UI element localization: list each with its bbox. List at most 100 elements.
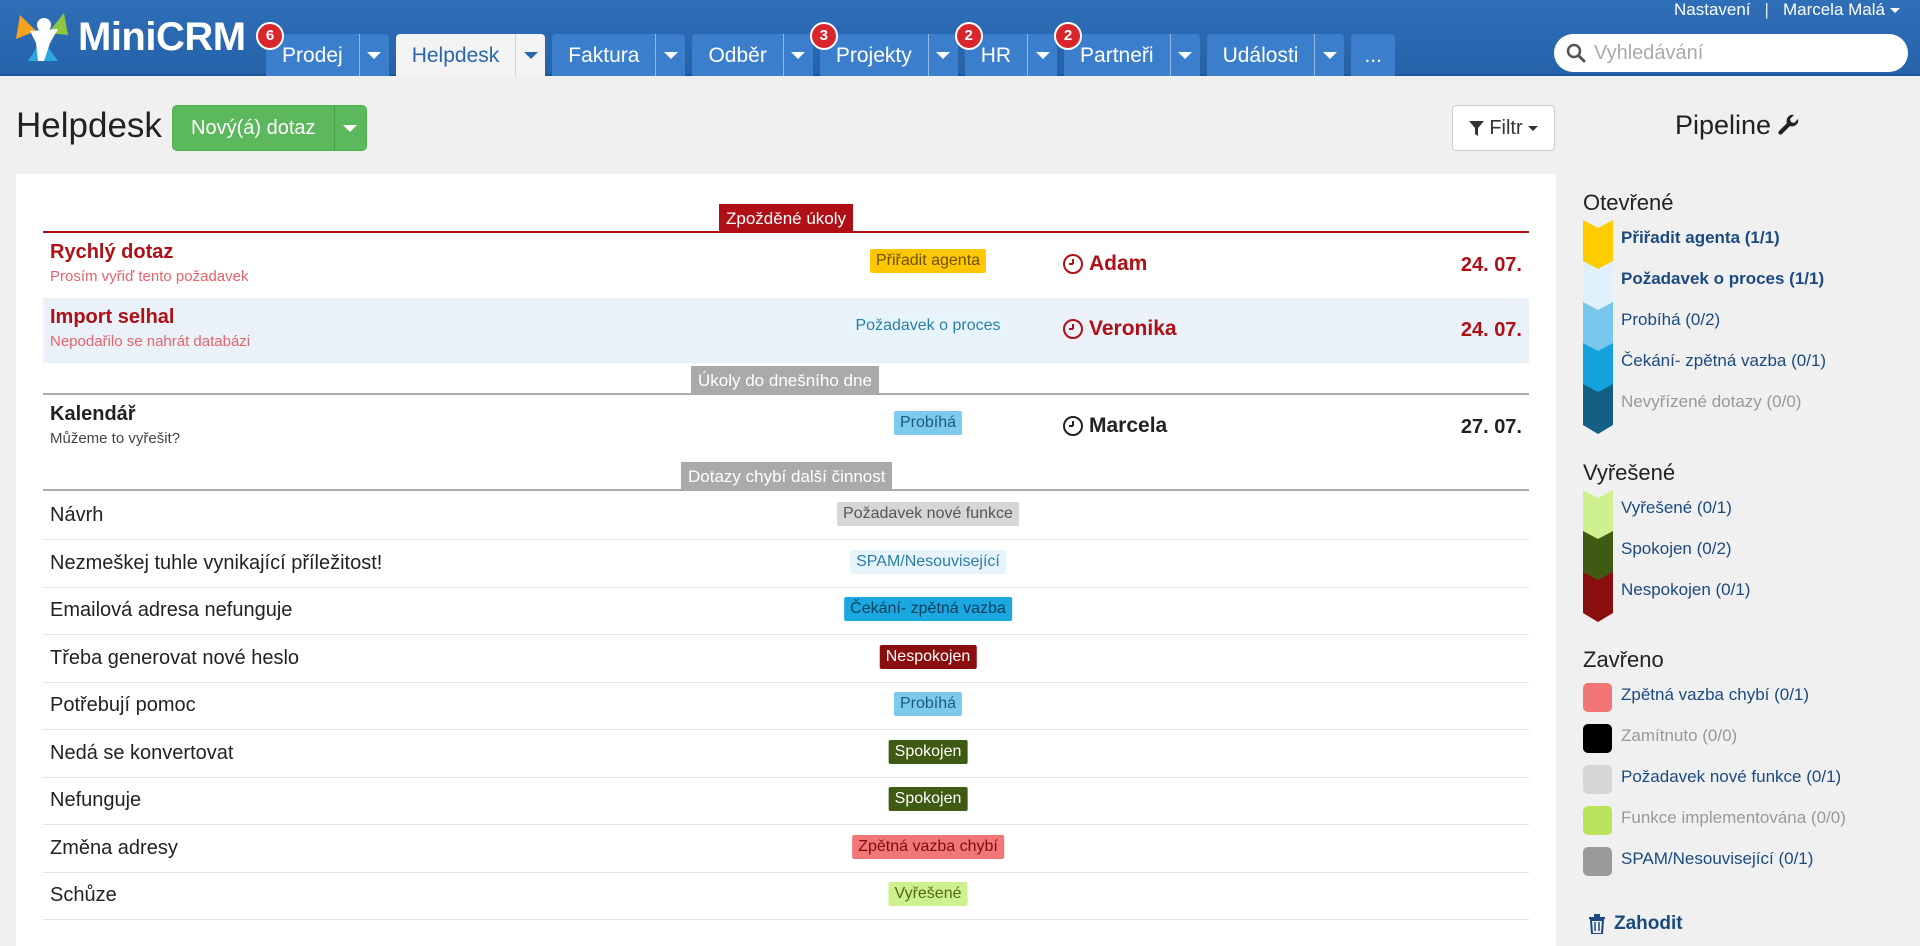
new-ticket-dropdown[interactable] (333, 106, 366, 150)
chevron-down-icon (1035, 51, 1050, 59)
pipeline-stage-link[interactable]: Čekání- zpětná vazba (0/1) (1621, 351, 1826, 371)
tab-dropdown-toggle[interactable] (1027, 34, 1057, 76)
pipeline-stage-link[interactable]: Nespokojen (0/1) (1621, 580, 1750, 600)
new-ticket-button-group: Nový(á) dotaz (172, 105, 367, 151)
module-tabs: 6 Prodej Helpdesk Faktura Odběr 3 Projekty 2 HR 2… (256, 22, 1402, 76)
tab-label[interactable]: Helpdesk (396, 34, 516, 76)
pipeline-stage-marker (1583, 302, 1613, 352)
pipeline-stage-marker (1583, 220, 1613, 270)
pipeline-stage-link[interactable]: Spokojen (0/2) (1621, 539, 1732, 559)
ticket-title[interactable]: Kalendář (50, 403, 136, 426)
status-badge: Nespokojen (879, 644, 977, 669)
pipeline-title: Pipeline (1675, 110, 1801, 141)
tab-partneri[interactable]: 2 Partneři (1054, 22, 1200, 76)
app-name: MiniCRM (78, 14, 246, 59)
ticket-row[interactable]: Třeba generovat nové heslo Nespokojen (43, 635, 1529, 683)
status-badge: Spokojen (888, 787, 968, 811)
tab-prodej[interactable]: 6 Prodej (256, 22, 389, 76)
filter-button[interactable]: Filtr (1452, 105, 1555, 151)
pipeline-status-swatch (1583, 806, 1612, 835)
ticket-title[interactable]: Rychlý dotaz (50, 241, 173, 264)
tab-dropdown-toggle[interactable] (358, 34, 389, 76)
due-date: 27. 07. (1460, 416, 1522, 438)
user-menu[interactable]: Marcela Malá (1783, 0, 1900, 20)
tab-faktura[interactable]: Faktura (552, 34, 686, 76)
ticket-row[interactable]: Potřebují pomoc Probíhá (43, 682, 1529, 730)
ticket-row[interactable]: Nedá se konvertovat Spokojen (43, 730, 1529, 778)
tab-udalosti[interactable]: Události (1206, 34, 1345, 76)
chevron-down-icon (1527, 125, 1538, 131)
discard-link[interactable]: Zahodit (1588, 913, 1683, 935)
ticket-row[interactable]: Kalendář Můžeme to vyřešit? Probíhá Marcela… (43, 395, 1529, 460)
pipeline-stage-link[interactable]: Vyřešené (0/1) (1621, 498, 1732, 518)
tab-odber[interactable]: Odběr (692, 34, 813, 76)
pipeline-stage-link[interactable]: Požadavek o proces (1/1) (1621, 269, 1824, 289)
user-name: Marcela Malá (1782, 0, 1885, 19)
tab-hr[interactable]: 2 HR (954, 22, 1058, 76)
tab-label[interactable]: Události (1207, 34, 1315, 76)
status-badge: Čekání- zpětná vazba (844, 597, 1012, 621)
ticket-row[interactable]: Změna adresy Zpětná vazba chybí (43, 825, 1529, 873)
tab-dropdown-toggle[interactable] (655, 34, 685, 76)
section-label: Dotazy chybí další činnost (681, 462, 893, 489)
pipeline-stage-link[interactable]: Zpětná vazba chybí (0/1) (1621, 685, 1809, 705)
settings-link[interactable]: Nastavení (1674, 0, 1751, 20)
ticket-title[interactable]: Potřebují pomoc (50, 694, 196, 717)
ticket-row[interactable]: Rychlý dotaz Prosím vyřiď tento požadavek… (43, 233, 1529, 298)
pipeline-stage-link[interactable]: SPAM/Nesouvisející (0/1) (1621, 849, 1813, 869)
pipeline-stage-marker (1583, 531, 1613, 581)
chevron-down-icon (343, 124, 357, 132)
ticket-title[interactable]: Třeba generovat nové heslo (50, 647, 299, 670)
ticket-row[interactable]: Návrh Požadavek nové funkce (43, 492, 1529, 540)
search-box[interactable] (1554, 34, 1908, 72)
tab-label[interactable]: Faktura (552, 34, 655, 76)
ticket-row[interactable]: Emailová adresa nefunguje Čekání- zpětná … (43, 587, 1529, 635)
tab-dropdown-toggle[interactable] (927, 34, 958, 76)
user-bar-separator: | (1764, 0, 1769, 19)
search-icon (1566, 43, 1586, 63)
ticket-title[interactable]: Nezmeškej tuhle vynikající příležitost! (50, 552, 382, 575)
pipeline-stage-link[interactable]: Probíhá (0/2) (1621, 310, 1720, 330)
ticket-title[interactable]: Import selhal (50, 306, 174, 329)
pipeline-stage-link[interactable]: Zamítnuto (0/0) (1621, 726, 1737, 746)
ticket-title[interactable]: Emailová adresa nefunguje (50, 599, 292, 622)
ticket-title[interactable]: Nedá se konvertovat (50, 742, 233, 765)
app-logo[interactable]: MiniCRM (14, 8, 264, 66)
tab-label[interactable]: Odběr (692, 34, 782, 76)
ticket-row[interactable]: Schůze Vyřešené (43, 872, 1529, 920)
ticket-title[interactable]: Nefunguje (50, 789, 141, 812)
ticket-row[interactable]: Import selhal Nepodařilo se nahrát databá… (43, 298, 1529, 363)
new-ticket-button[interactable]: Nový(á) dotaz (173, 106, 334, 150)
chevron-down-icon (1322, 51, 1337, 59)
due-date: 24. 07. (1460, 319, 1522, 341)
agent-name: Veronika (1089, 317, 1177, 340)
ticket-row[interactable]: Nezmeškej tuhle vynikající příležitost! S… (43, 540, 1529, 588)
tab-projekty[interactable]: 3 Projekty (809, 22, 958, 76)
tab-dropdown-toggle[interactable] (1169, 34, 1200, 76)
clock-icon (1063, 254, 1083, 274)
pipeline-stage-marker (1583, 572, 1613, 622)
clock-icon (1063, 416, 1083, 436)
assigned-agent[interactable]: Veronika (1063, 317, 1177, 341)
tab-dropdown-toggle[interactable] (515, 34, 545, 76)
search-input[interactable] (1594, 41, 1894, 65)
ticket-title[interactable]: Návrh (50, 504, 103, 527)
chevron-down-icon (367, 51, 382, 59)
tab-more[interactable]: ... (1351, 34, 1395, 76)
assigned-agent[interactable]: Marcela (1063, 414, 1167, 438)
chevron-down-icon (936, 51, 951, 59)
tab-helpdesk[interactable]: Helpdesk (395, 34, 546, 76)
pipeline-stage-link[interactable]: Přiřadit agenta (1/1) (1621, 228, 1780, 248)
section-label: Úkoly do dnešního dne (691, 366, 879, 393)
ticket-title[interactable]: Změna adresy (50, 837, 178, 860)
pipeline-stage-link[interactable]: Nevyřízené dotazy (0/0) (1621, 392, 1801, 412)
wrench-icon[interactable] (1777, 114, 1801, 138)
ticket-title[interactable]: Schůze (50, 884, 117, 907)
assigned-agent[interactable]: Adam (1063, 252, 1147, 276)
tab-dropdown-toggle[interactable] (782, 34, 813, 76)
tab-dropdown-toggle[interactable] (1314, 34, 1344, 76)
pipeline-stage-link[interactable]: Funkce implementována (0/0) (1621, 808, 1846, 828)
status-badge: SPAM/Nesouvisející (850, 549, 1006, 574)
pipeline-stage-link[interactable]: Požadavek nové funkce (0/1) (1621, 767, 1841, 787)
ticket-row[interactable]: Nefunguje Spokojen (43, 777, 1529, 825)
